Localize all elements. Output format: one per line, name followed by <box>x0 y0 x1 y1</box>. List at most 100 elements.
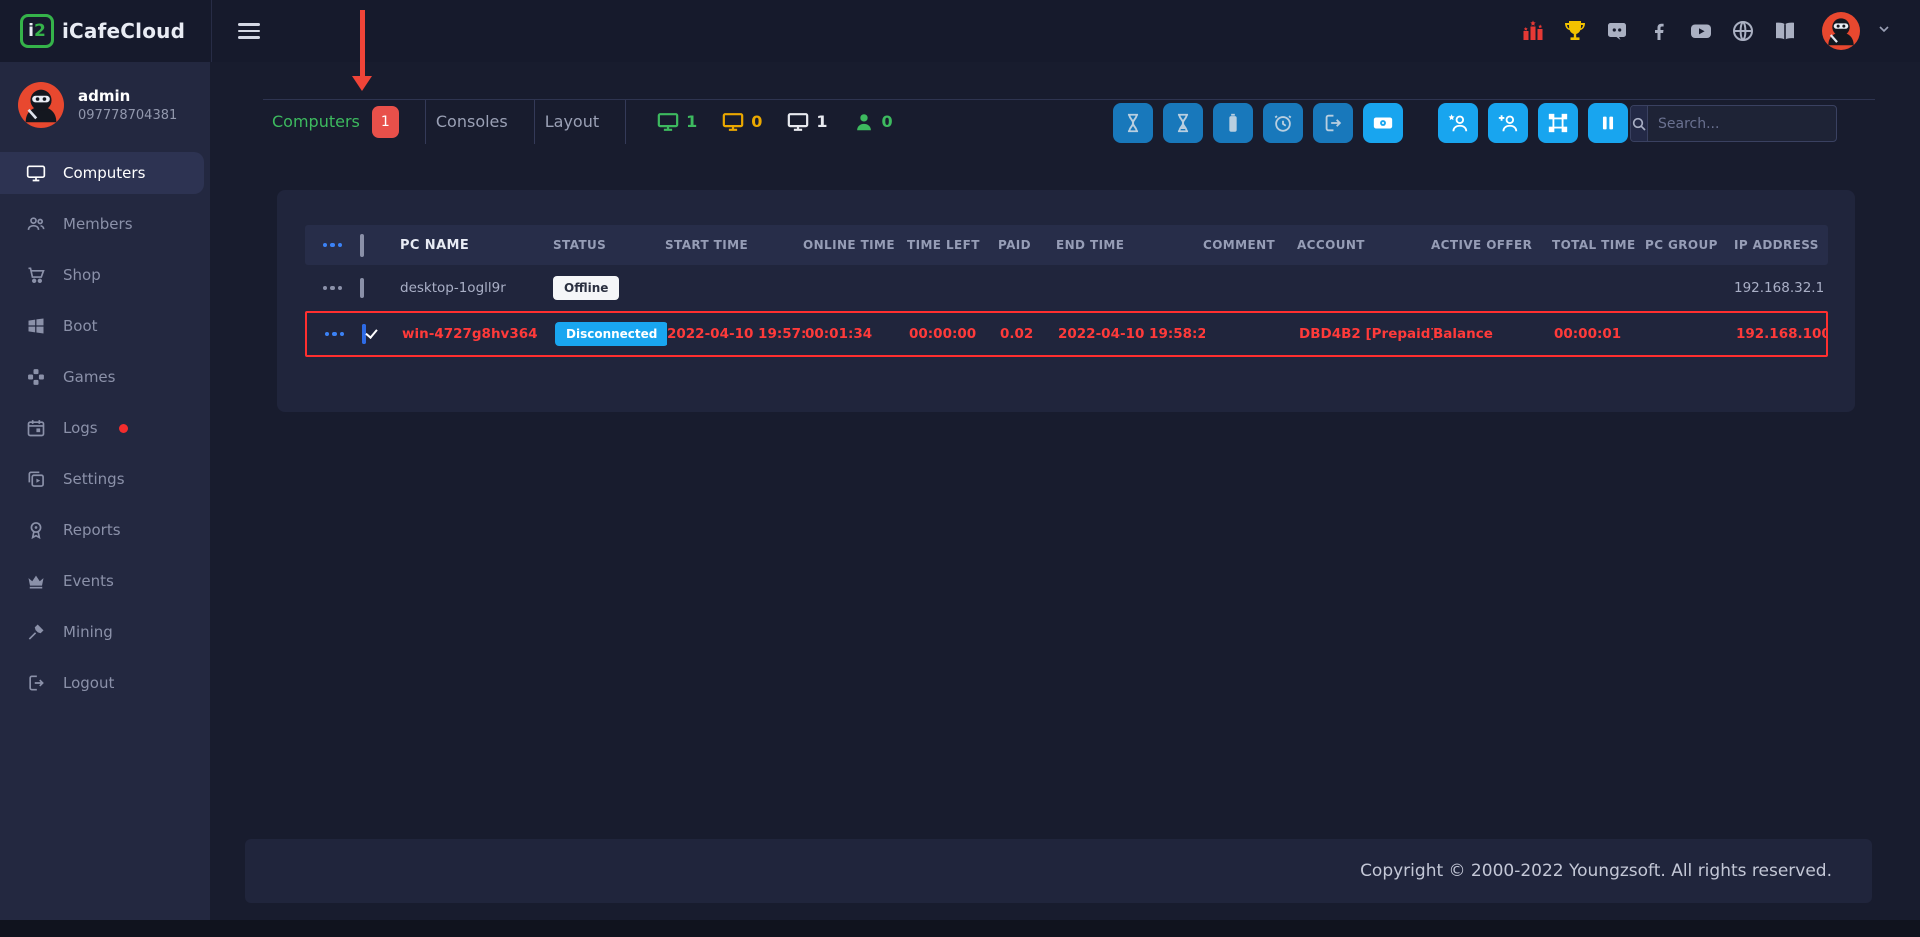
cash-button[interactable] <box>1363 103 1403 143</box>
cell-time-left: 00:00:00 <box>909 326 1000 342</box>
cell-paid: 0.02 <box>1000 326 1058 342</box>
col-header-comment[interactable]: COMMENT <box>1203 238 1297 252</box>
profile-name: admin <box>78 87 177 105</box>
select-object-button[interactable] <box>1538 103 1578 143</box>
sidebar-item-label: Mining <box>63 623 113 641</box>
hourglass-2-button[interactable] <box>1163 103 1203 143</box>
sidebar-item-label: Settings <box>63 470 125 488</box>
header-select-all[interactable] <box>360 236 400 255</box>
cell-pc-name: desktop-1ogll9r <box>400 280 553 296</box>
tab-consoles[interactable]: Consoles <box>426 100 534 143</box>
battery-icon <box>1222 112 1244 134</box>
sidebar-item-settings[interactable]: Settings <box>0 458 204 500</box>
row-more-options-icon[interactable] <box>323 286 343 291</box>
sidebar-item-reports[interactable]: Reports <box>0 509 204 551</box>
tab-computers[interactable]: Computers 1 <box>263 100 425 143</box>
col-header-status[interactable]: STATUS <box>553 238 665 252</box>
crown-icon <box>26 571 46 591</box>
cell-pc-name: win-4727g8hv364 <box>402 326 555 342</box>
table-row[interactable]: desktop-1ogll9r Offline 192.168.32.1 <box>305 265 1828 311</box>
logo-icon: i2 <box>20 14 54 48</box>
bottom-strip <box>0 920 1920 937</box>
row-more-options-icon[interactable] <box>325 332 345 337</box>
col-header-end-time[interactable]: END TIME <box>1056 238 1203 252</box>
add-member-plus-icon <box>1497 112 1519 134</box>
sidebar-item-boot[interactable]: Boot <box>0 305 204 347</box>
ranking-icon[interactable] <box>1520 18 1546 44</box>
sidebar-item-mining[interactable]: Mining <box>0 611 204 653</box>
counter-value: 0 <box>882 112 893 131</box>
add-member-plus-button[interactable] <box>1488 103 1528 143</box>
counter-logged-in-members[interactable]: 0 <box>852 111 893 133</box>
layers-icon <box>26 469 46 489</box>
sidebar: admin 097778704381 Computers Members Sho… <box>0 62 210 920</box>
hourglass-icon <box>1122 112 1144 134</box>
select-object-icon <box>1547 112 1569 134</box>
cell-end-time: 2022-04-10 19:58:29 <box>1058 326 1205 342</box>
sidebar-item-shop[interactable]: Shop <box>0 254 204 296</box>
youtube-icon[interactable] <box>1688 18 1714 44</box>
select-all-checkbox[interactable] <box>360 234 364 257</box>
row-checkbox[interactable] <box>360 278 364 298</box>
col-header-paid[interactable]: PAID <box>998 238 1056 252</box>
discord-icon[interactable] <box>1604 18 1630 44</box>
medal-icon <box>26 520 46 540</box>
cell-account: DBD4B2 [Prepaid] <box>1299 326 1433 342</box>
tab-label: Computers <box>272 112 360 131</box>
col-header-start-time[interactable]: START TIME <box>665 238 803 252</box>
col-header-account[interactable]: ACCOUNT <box>1297 238 1431 252</box>
hammer-icon <box>26 622 46 642</box>
trophy-icon[interactable] <box>1562 18 1588 44</box>
pause-button[interactable] <box>1588 103 1628 143</box>
sidebar-item-events[interactable]: Events <box>0 560 204 602</box>
sidebar-item-logout[interactable]: Logout <box>0 662 204 704</box>
col-header-ip-address[interactable]: IP ADDRESS <box>1734 238 1828 252</box>
calendar-icon <box>26 418 46 438</box>
col-header-time-left[interactable]: TIME LEFT <box>907 238 998 252</box>
footer: Copyright © 2000-2022 Youngzsoft. All ri… <box>245 839 1872 903</box>
facebook-icon[interactable] <box>1646 18 1672 44</box>
computers-table-card: PC NAME STATUS START TIME ONLINE TIME TI… <box>277 190 1855 412</box>
chevron-down-icon[interactable] <box>1876 21 1892 41</box>
tab-layout[interactable]: Layout <box>535 100 625 143</box>
header-more-options[interactable] <box>305 243 360 248</box>
user-avatar[interactable] <box>1822 12 1860 50</box>
logo[interactable]: i2 iCafeCloud <box>0 0 212 62</box>
col-header-pc-name[interactable]: PC NAME <box>400 238 553 253</box>
counter-offline-pcs[interactable]: 1 <box>786 111 827 133</box>
hourglass-icon <box>1172 112 1194 134</box>
sign-out-button[interactable] <box>1313 103 1353 143</box>
battery-button[interactable] <box>1213 103 1253 143</box>
add-member-star-button[interactable] <box>1438 103 1478 143</box>
person-icon <box>852 111 876 133</box>
counter-value: 1 <box>686 112 697 131</box>
sidebar-item-members[interactable]: Members <box>0 203 204 245</box>
sidebar-item-computers[interactable]: Computers <box>0 152 204 194</box>
users-icon <box>26 214 46 234</box>
search-icon <box>1631 106 1648 141</box>
counter-pending-pcs[interactable]: 0 <box>721 111 762 133</box>
docs-book-icon[interactable] <box>1772 18 1798 44</box>
row-checkbox-checked[interactable] <box>362 324 366 344</box>
globe-icon[interactable] <box>1730 18 1756 44</box>
monitor-icon <box>786 111 810 133</box>
table-row-selected[interactable]: win-4727g8hv364 Disconnected 2022-04-10 … <box>305 311 1828 357</box>
alarm-button[interactable] <box>1263 103 1303 143</box>
col-header-pc-group[interactable]: PC GROUP <box>1645 238 1734 252</box>
col-header-active-offer[interactable]: ACTIVE OFFER <box>1431 238 1552 252</box>
hamburger-menu-icon[interactable] <box>238 23 260 39</box>
hourglass-button[interactable] <box>1113 103 1153 143</box>
actions-toolbar <box>1113 103 1628 143</box>
col-header-online-time[interactable]: ONLINE TIME <box>803 238 907 252</box>
sidebar-item-games[interactable]: Games <box>0 356 204 398</box>
search-input[interactable] <box>1648 106 1837 141</box>
tab-computers-badge: 1 <box>372 106 399 138</box>
counter-online-pcs[interactable]: 1 <box>656 111 697 133</box>
col-header-total-time[interactable]: TOTAL TIME <box>1552 238 1645 252</box>
sidebar-item-label: Boot <box>63 317 98 335</box>
tab-separator <box>625 100 626 144</box>
sidebar-item-logs[interactable]: Logs <box>0 407 204 449</box>
search-box <box>1630 105 1837 142</box>
sidebar-profile[interactable]: admin 097778704381 <box>0 62 210 138</box>
sidebar-item-label: Reports <box>63 521 121 539</box>
